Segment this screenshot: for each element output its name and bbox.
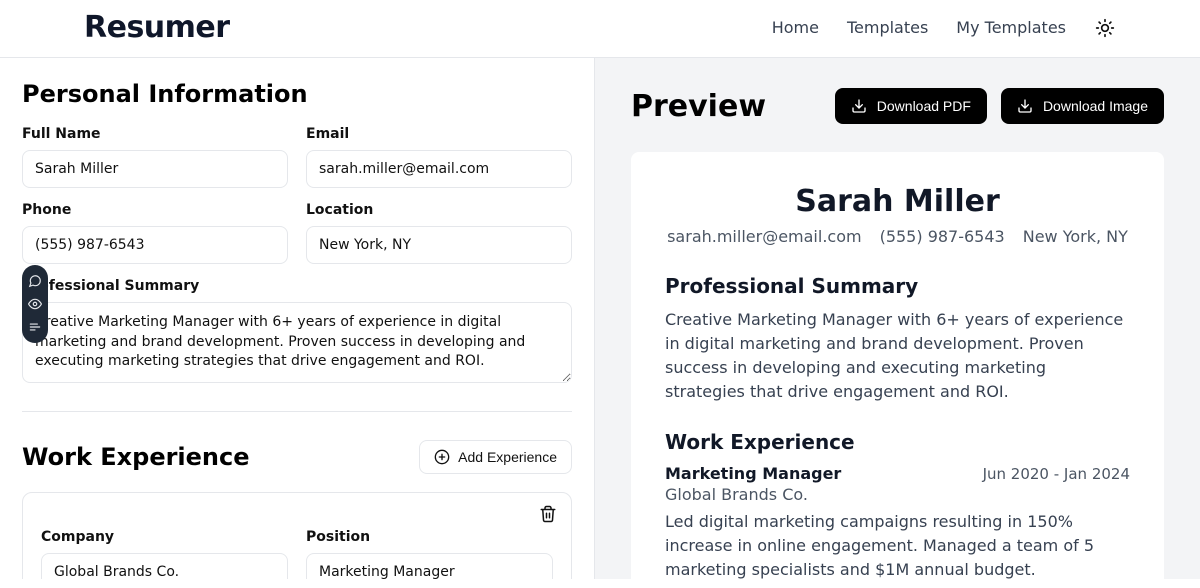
add-experience-button[interactable]: Add Experience xyxy=(419,440,572,474)
label-summary: Professional Summary xyxy=(22,278,572,294)
trash-icon xyxy=(539,505,557,523)
resume-summary-title: Professional Summary xyxy=(665,274,1130,298)
company-input[interactable] xyxy=(41,553,288,579)
experience-card: Company Position Start Date End Date xyxy=(22,492,572,579)
preview-pane: Preview Download PDF Download Image Sara… xyxy=(595,58,1200,579)
section-divider xyxy=(22,411,572,412)
download-image-button[interactable]: Download Image xyxy=(1001,88,1164,124)
nav-my-templates[interactable]: My Templates xyxy=(956,18,1066,37)
resume-work-title: Work Experience xyxy=(665,430,1130,454)
phone-input[interactable] xyxy=(22,226,288,264)
chat-icon[interactable] xyxy=(27,273,43,289)
align-icon[interactable] xyxy=(27,319,43,335)
resume-name: Sarah Miller xyxy=(665,184,1130,219)
primary-nav: Home Templates My Templates xyxy=(772,17,1116,39)
download-pdf-label: Download PDF xyxy=(877,98,971,114)
resume-job-desc: Led digital marketing campaigns resultin… xyxy=(665,510,1130,579)
resume-job: Marketing Manager Jun 2020 - Jan 2024 Gl… xyxy=(665,464,1130,579)
plus-circle-icon xyxy=(434,449,450,465)
floating-tools xyxy=(22,265,48,343)
personal-section-title: Personal Information xyxy=(22,80,572,108)
label-full-name: Full Name xyxy=(22,126,288,142)
label-location: Location xyxy=(306,202,572,218)
work-section-title: Work Experience xyxy=(22,443,250,471)
download-pdf-button[interactable]: Download PDF xyxy=(835,88,987,124)
resume-email: sarah.miller@email.com xyxy=(667,227,861,246)
theme-toggle-icon[interactable] xyxy=(1094,17,1116,39)
resume-phone: (555) 987-6543 xyxy=(880,227,1005,246)
resume-summary-body: Creative Marketing Manager with 6+ years… xyxy=(665,308,1130,404)
add-experience-label: Add Experience xyxy=(458,449,557,465)
label-email: Email xyxy=(306,126,572,142)
resume-location: New York, NY xyxy=(1023,227,1128,246)
resume-contact: sarah.miller@email.com (555) 987-6543 Ne… xyxy=(665,227,1130,246)
download-icon xyxy=(1017,98,1033,114)
position-input[interactable] xyxy=(306,553,553,579)
full-name-input[interactable] xyxy=(22,150,288,188)
label-position: Position xyxy=(306,529,553,545)
editor-pane: Personal Information Full Name Email Pho… xyxy=(0,58,595,579)
label-phone: Phone xyxy=(22,202,288,218)
app-logo: Resumer xyxy=(84,10,230,45)
resume-job-company: Global Brands Co. xyxy=(665,485,1130,504)
top-header: Resumer Home Templates My Templates xyxy=(0,0,1200,58)
nav-home[interactable]: Home xyxy=(772,18,819,37)
download-image-label: Download Image xyxy=(1043,98,1148,114)
summary-textarea[interactable]: Creative Marketing Manager with 6+ years… xyxy=(22,302,572,383)
resume-job-dates: Jun 2020 - Jan 2024 xyxy=(983,465,1130,483)
location-input[interactable] xyxy=(306,226,572,264)
resume-job-title: Marketing Manager xyxy=(665,464,841,483)
delete-experience-button[interactable] xyxy=(539,505,557,527)
nav-templates[interactable]: Templates xyxy=(847,18,928,37)
label-company: Company xyxy=(41,529,288,545)
email-input[interactable] xyxy=(306,150,572,188)
eye-icon[interactable] xyxy=(27,296,43,312)
preview-title: Preview xyxy=(631,89,766,124)
resume-paper: Sarah Miller sarah.miller@email.com (555… xyxy=(631,152,1164,579)
download-icon xyxy=(851,98,867,114)
